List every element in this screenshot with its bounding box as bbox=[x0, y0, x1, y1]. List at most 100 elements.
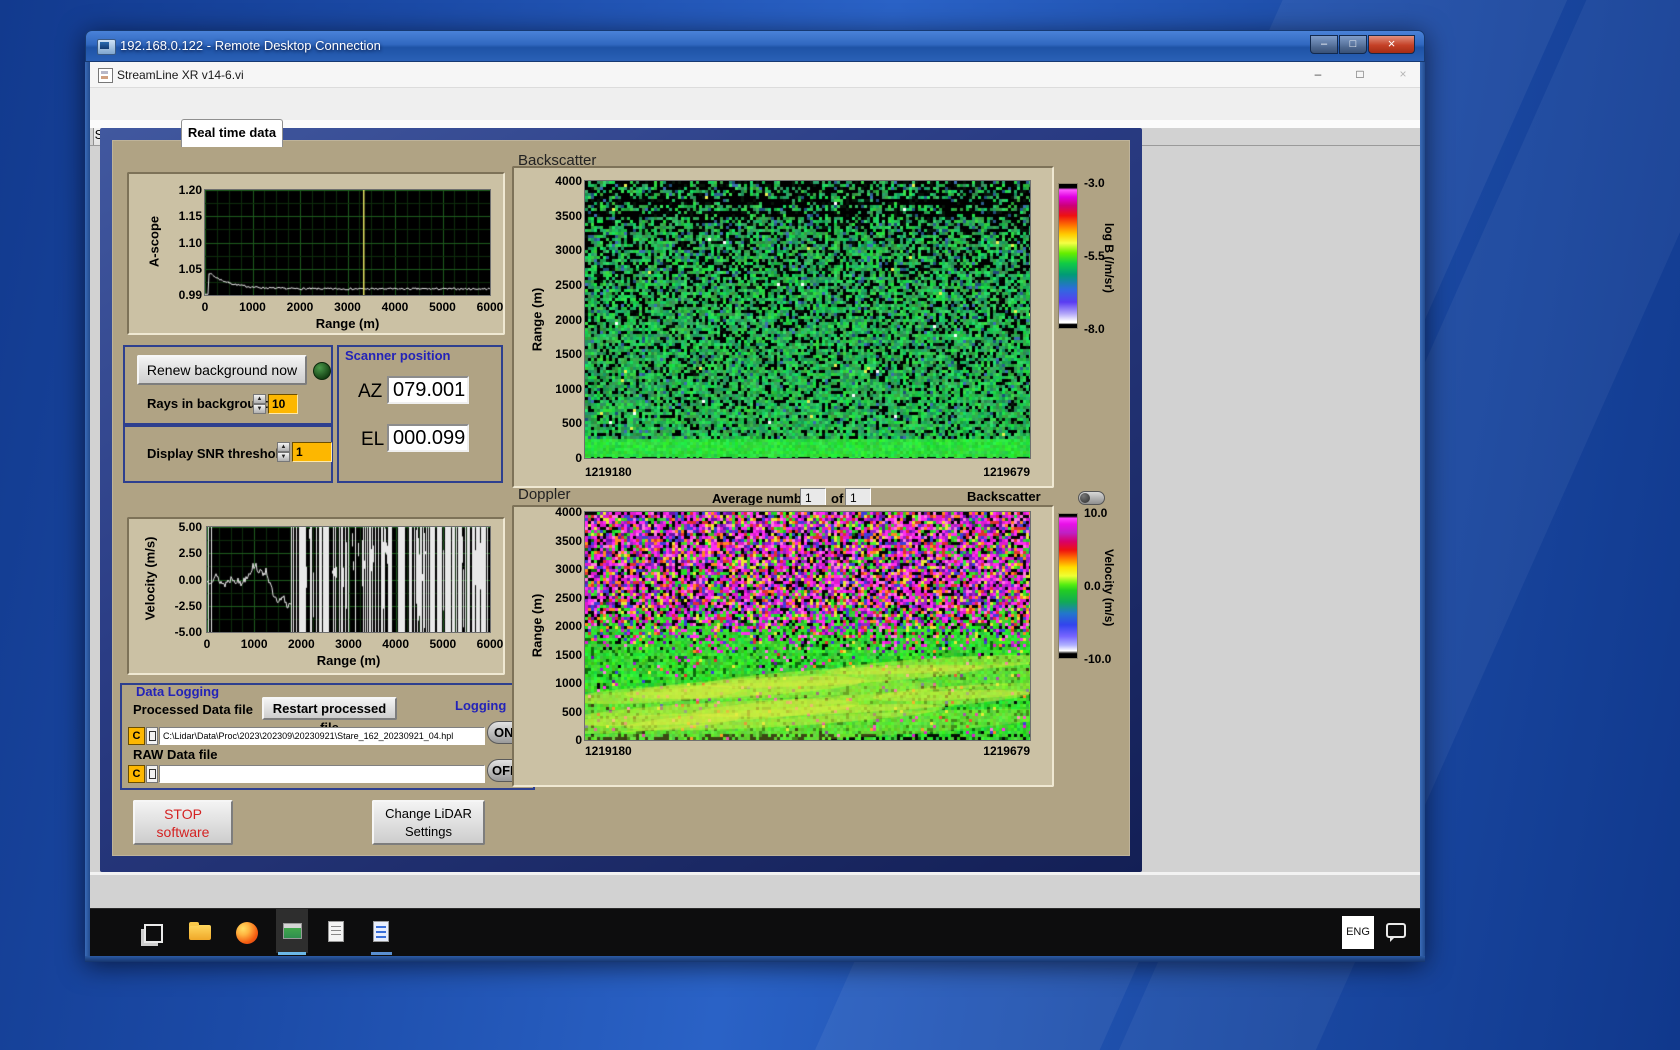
tick-label: 1000 bbox=[555, 382, 582, 396]
backscatter-display-toggle[interactable] bbox=[1078, 491, 1105, 505]
ascope-y-axis-label: A-scope bbox=[147, 182, 162, 302]
backscatter-toggle-label: Backscatter bbox=[967, 489, 1041, 504]
velocity-y-axis-label: Velocity (m/s) bbox=[143, 519, 158, 639]
open-app-underline bbox=[371, 952, 392, 955]
tick-label: 2000 bbox=[288, 637, 315, 651]
el-label: EL bbox=[361, 429, 384, 451]
doppler-heatmap-canvas bbox=[585, 512, 1030, 740]
panel-top-strip bbox=[90, 120, 1420, 128]
doppler-colorbar-label: Velocity (m/s) bbox=[1102, 522, 1116, 654]
velocity-plot-canvas bbox=[207, 527, 490, 632]
notepad-document-icon[interactable] bbox=[373, 921, 389, 942]
processed-drive-button[interactable]: C bbox=[128, 727, 145, 745]
processed-data-file-label: Processed Data file bbox=[133, 702, 253, 717]
rdp-maximize-button[interactable]: □ bbox=[1339, 35, 1367, 54]
stop-line1: STOP bbox=[164, 806, 202, 822]
velocity-y-ticks: 5.002.500.00-2.50-5.00 bbox=[154, 527, 202, 632]
tick-label: 1000 bbox=[241, 637, 268, 651]
front-panel-frame: 1.201.151.101.050.99 A-scope 01000200030… bbox=[100, 128, 1142, 872]
raw-browse-button[interactable] bbox=[146, 765, 158, 783]
rdp-window: 192.168.0.122 - Remote Desktop Connectio… bbox=[85, 30, 1425, 962]
tick-label: -3.0 bbox=[1084, 176, 1105, 190]
doppler-colorbar bbox=[1058, 513, 1078, 659]
rays-spinner[interactable] bbox=[253, 394, 266, 414]
tick-label: 6000 bbox=[477, 637, 504, 651]
language-indicator[interactable]: ENG bbox=[1342, 916, 1374, 949]
snr-spinner[interactable] bbox=[277, 442, 290, 462]
processed-path-field[interactable]: C:\Lidar\Data\Proc\2023\202309\20230921\… bbox=[159, 727, 485, 745]
rdp-titlebar: 192.168.0.122 - Remote Desktop Connectio… bbox=[85, 30, 1425, 62]
tick-label: 1000 bbox=[555, 676, 582, 690]
tab-real-time-data[interactable]: Real time data bbox=[181, 119, 283, 147]
tick-label: 2.50 bbox=[179, 546, 202, 560]
restart-processed-file-button[interactable]: Restart processed file bbox=[262, 697, 397, 720]
window-border bbox=[1420, 62, 1425, 956]
backscatter-colorbar-label: log B (/m/sr) bbox=[1102, 192, 1116, 324]
ascope-x-axis-label: Range (m) bbox=[205, 316, 490, 331]
scan-schedule-icon[interactable] bbox=[328, 921, 344, 942]
average-number-label: Average number bbox=[712, 491, 814, 506]
tick-label: 0.99 bbox=[179, 288, 202, 302]
scanner-position-box bbox=[337, 345, 503, 483]
snr-value-field[interactable]: 1 bbox=[292, 442, 332, 462]
el-value-field[interactable]: 000.099 bbox=[387, 424, 469, 452]
tick-label: 3000 bbox=[555, 562, 582, 576]
tick-label: 3000 bbox=[335, 637, 362, 651]
rdp-minimize-button[interactable]: – bbox=[1310, 35, 1338, 54]
az-value-field[interactable]: 079.001 bbox=[387, 376, 469, 404]
az-label: AZ bbox=[358, 381, 382, 403]
tick-label: -2.50 bbox=[175, 599, 202, 613]
tick-label: 1.15 bbox=[179, 209, 202, 223]
backscatter-y-axis-label: Range (m) bbox=[530, 260, 545, 380]
backscatter-colorbar bbox=[1058, 183, 1078, 329]
app-restore-button[interactable]: □ bbox=[1345, 65, 1375, 84]
firefox-icon[interactable] bbox=[236, 922, 258, 944]
tick-label: 5000 bbox=[429, 637, 456, 651]
change-lidar-settings-button[interactable]: Change LiDARSettings bbox=[372, 800, 485, 845]
streamline-app-icon[interactable] bbox=[283, 923, 302, 939]
tick-label: 2000 bbox=[555, 619, 582, 633]
stop-software-button[interactable]: STOPsoftware bbox=[133, 800, 233, 845]
front-panel: 1.201.151.101.050.99 A-scope 01000200030… bbox=[112, 140, 1130, 856]
velocity-x-ticks: 0100020003000400050006000 bbox=[207, 637, 490, 651]
tick-label: 3000 bbox=[555, 243, 582, 257]
remote-taskbar: ENG bbox=[90, 908, 1420, 956]
app-title: StreamLine XR v14-6.vi bbox=[117, 68, 244, 82]
backscatter-heatmap-canvas bbox=[585, 181, 1030, 458]
velocity-x-axis-label: Range (m) bbox=[207, 653, 490, 668]
rdp-close-button[interactable]: × bbox=[1368, 35, 1415, 54]
remote-desktop: StreamLine XR v14-6.vi – □ × System setu… bbox=[90, 62, 1420, 956]
tick-label: 500 bbox=[562, 705, 582, 719]
change-line2: Settings bbox=[405, 824, 452, 839]
app-minimize-button[interactable]: – bbox=[1303, 65, 1333, 84]
backscatter-x-first: 1219180 bbox=[585, 465, 632, 479]
tick-label: -5.00 bbox=[175, 625, 202, 639]
desktop: 192.168.0.122 - Remote Desktop Connectio… bbox=[0, 0, 1680, 1050]
processed-browse-button[interactable] bbox=[146, 727, 158, 745]
doppler-title: Doppler bbox=[518, 486, 571, 503]
tick-label: 1.05 bbox=[179, 262, 202, 276]
raw-data-file-label: RAW Data file bbox=[133, 747, 218, 762]
tick-label: 5.00 bbox=[179, 520, 202, 534]
panel-bottom-highlight bbox=[90, 872, 1420, 875]
tick-label: 4000 bbox=[555, 174, 582, 188]
app-close-button[interactable]: × bbox=[1388, 65, 1418, 84]
tick-label: 3500 bbox=[555, 209, 582, 223]
tick-label: 500 bbox=[562, 416, 582, 430]
action-center-icon[interactable] bbox=[1386, 923, 1406, 938]
rays-value-field[interactable]: 10 bbox=[268, 394, 298, 414]
ascope-plot-canvas[interactable] bbox=[205, 190, 490, 295]
tick-label: 0.0 bbox=[1084, 579, 1101, 593]
background-led-indicator bbox=[313, 362, 331, 380]
backscatter-y-ticks: 40003500300025002000150010005000 bbox=[538, 181, 582, 458]
tick-label: 5000 bbox=[429, 300, 456, 314]
doppler-y-ticks: 40003500300025002000150010005000 bbox=[538, 512, 582, 740]
renew-background-button[interactable]: Renew background now bbox=[137, 355, 307, 385]
file-explorer-icon[interactable] bbox=[189, 925, 211, 940]
raw-path-field[interactable] bbox=[159, 765, 485, 783]
of-label: of bbox=[831, 491, 843, 506]
raw-drive-button[interactable]: C bbox=[128, 765, 145, 783]
task-view-icon[interactable] bbox=[144, 924, 163, 943]
doppler-x-last: 1219679 bbox=[946, 744, 1030, 758]
tick-label: 0 bbox=[202, 300, 209, 314]
